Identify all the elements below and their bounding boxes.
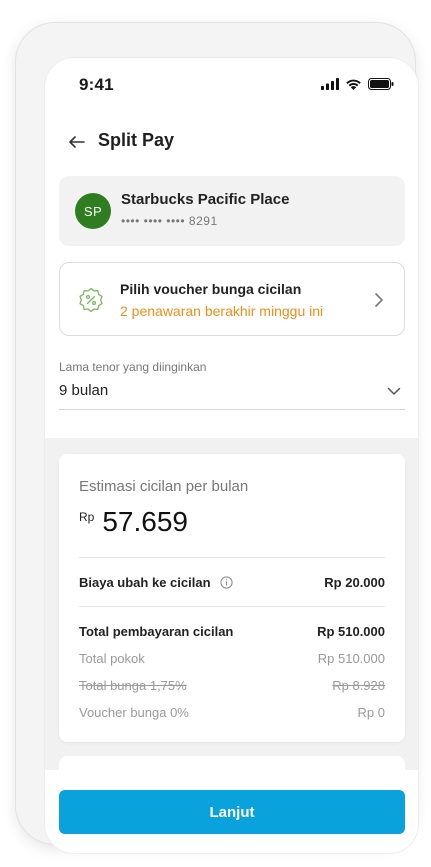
merchant-name: Starbucks Pacific Place — [121, 191, 290, 208]
tenor-value: 9 bulan — [59, 382, 109, 399]
principal-label: Total pokok — [79, 651, 145, 666]
phone-screen: 9:41 Split Pay SP Starbucks Pacific Plac… — [44, 57, 419, 854]
estimate-label: Estimasi cicilan per bulan — [79, 478, 249, 495]
divider — [79, 606, 385, 607]
interest-label: Total bunga 1,75% — [79, 678, 187, 693]
total-label: Total pembayaran cicilan — [79, 624, 234, 639]
currency-label: Rp — [79, 510, 95, 524]
fee-label: Biaya ubah ke cicilan — [79, 575, 211, 590]
fee-row: Biaya ubah ke cicilan Rp 20.000 — [79, 575, 385, 593]
monthly-amount: Rp 57.659 — [79, 506, 188, 538]
fee-value: Rp 20.000 — [324, 575, 385, 590]
device-frame: 9:41 Split Pay SP Starbucks Pacific Plac… — [15, 22, 419, 854]
tenor-label: Lama tenor yang diinginkan — [59, 360, 207, 374]
summary-section: Estimasi cicilan per bulan Rp 57.659 Bia… — [45, 438, 418, 796]
header: Split Pay — [45, 124, 418, 160]
avatar: SP — [75, 193, 111, 229]
voucher-discount-label: Voucher bunga 0% — [79, 705, 189, 720]
merchant-card: SP Starbucks Pacific Place •••• •••• •••… — [59, 176, 405, 246]
wifi-icon — [346, 79, 361, 90]
voucher-discount-value: Rp 0 — [357, 705, 385, 720]
principal-value: Rp 510.000 — [317, 651, 385, 666]
battery-icon — [368, 78, 394, 90]
footer: Lanjut — [45, 770, 418, 853]
continue-button[interactable]: Lanjut — [59, 790, 405, 834]
page-title: Split Pay — [98, 130, 175, 150]
interest-row: Total bunga 1,75% Rp 8.928 — [79, 678, 385, 696]
status-icons — [321, 78, 394, 90]
estimate-card: Estimasi cicilan per bulan Rp 57.659 Bia… — [59, 454, 405, 742]
voucher-subtitle: 2 penawaran berakhir minggu ini — [120, 303, 324, 319]
card-number: •••• •••• •••• 8291 — [121, 214, 218, 228]
chevron-right-icon — [375, 293, 383, 307]
divider — [79, 557, 385, 558]
status-time: 9:41 — [79, 75, 114, 94]
interest-value: Rp 8.928 — [332, 678, 385, 693]
principal-row: Total pokok Rp 510.000 — [79, 651, 385, 669]
voucher-title: Pilih voucher bunga cicilan — [120, 281, 302, 297]
signal-icon — [321, 78, 339, 90]
status-bar: 9:41 — [45, 58, 418, 112]
info-icon[interactable] — [220, 576, 233, 589]
total-row: Total pembayaran cicilan Rp 510.000 — [79, 624, 385, 642]
voucher-row: Voucher bunga 0% Rp 0 — [79, 705, 385, 723]
voucher-percent-icon — [79, 287, 103, 313]
chevron-down-icon — [387, 387, 401, 395]
amount-value: 57.659 — [102, 506, 188, 537]
voucher-selector[interactable]: Pilih voucher bunga cicilan 2 penawaran … — [59, 262, 405, 336]
total-value: Rp 510.000 — [317, 624, 385, 639]
tenor-dropdown[interactable]: 9 bulan — [59, 378, 405, 410]
back-arrow-icon[interactable] — [67, 132, 87, 152]
